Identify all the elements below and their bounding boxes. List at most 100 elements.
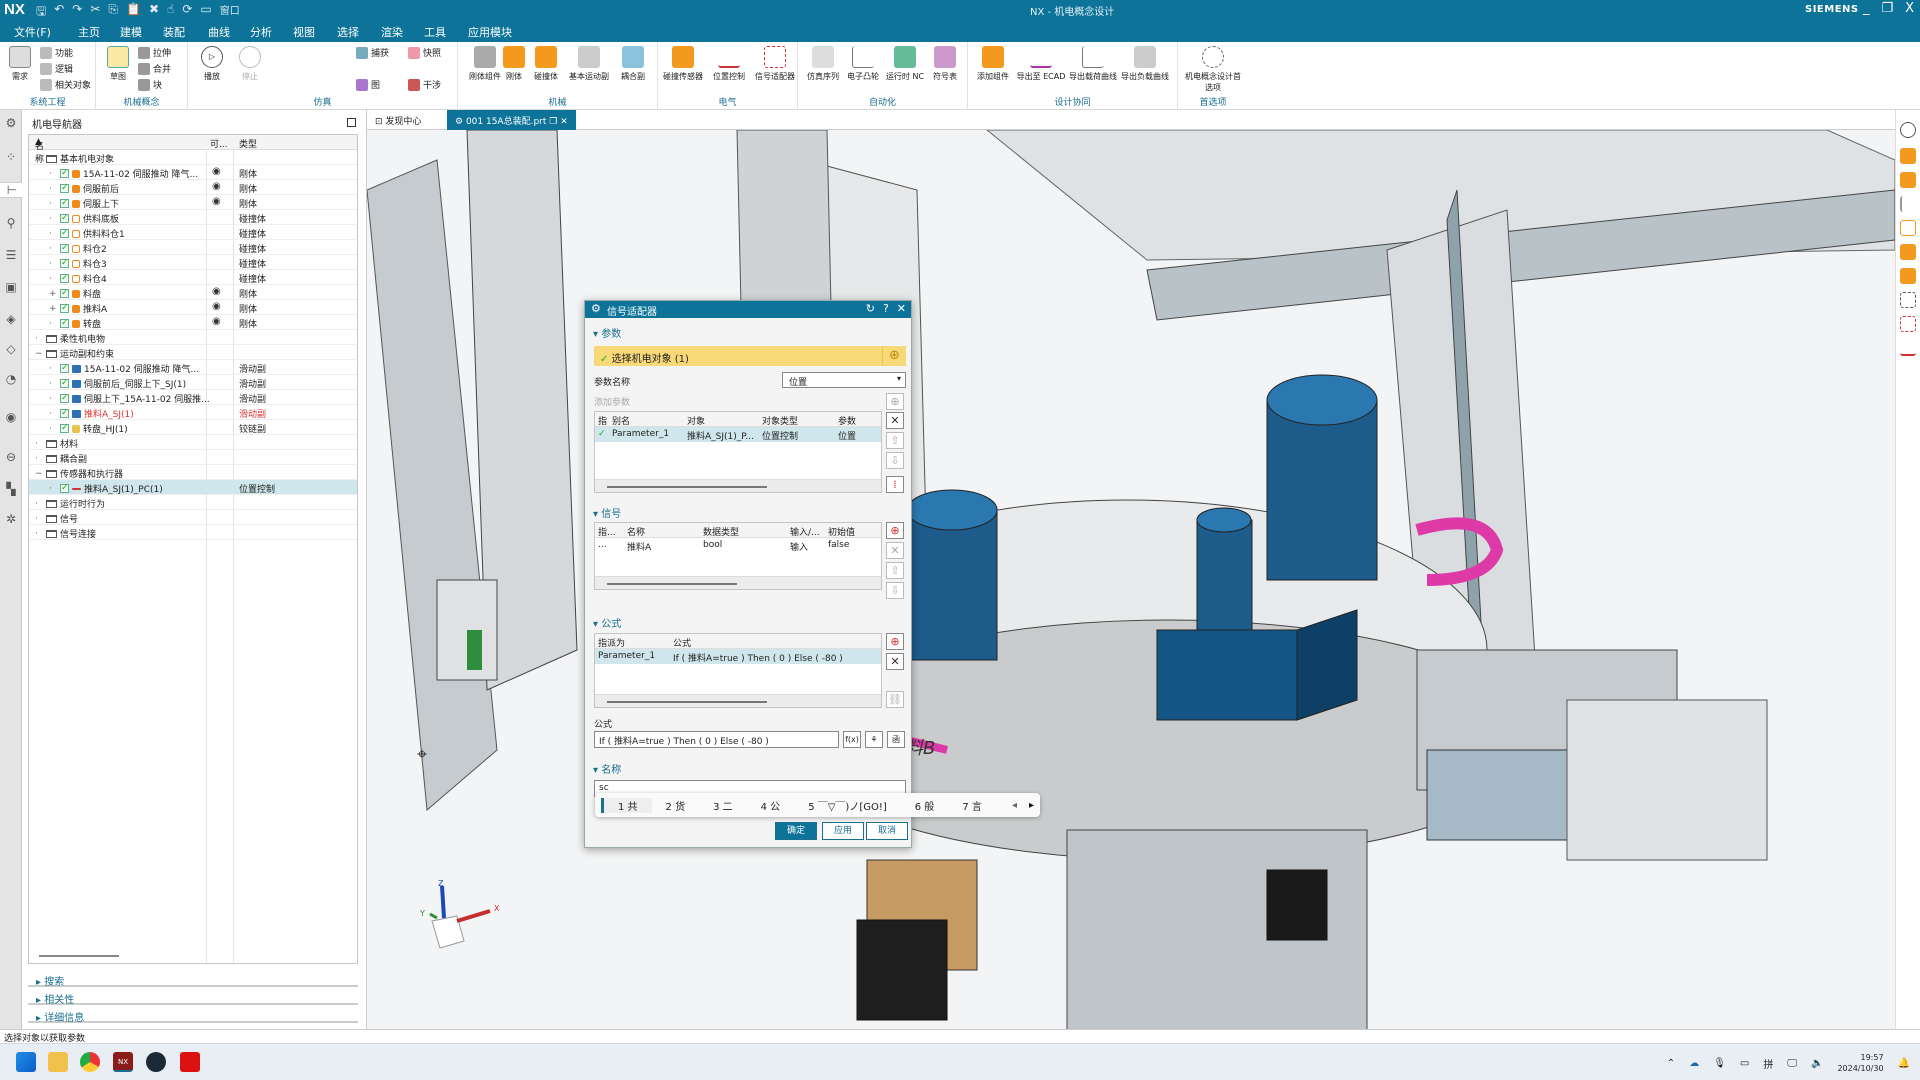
network-icon[interactable]: 🖵 xyxy=(1787,1058,1797,1069)
accordion-dependencies[interactable]: ▸ 相关性 xyxy=(28,988,358,1006)
requirement-button[interactable]: 需求 xyxy=(0,46,40,82)
menu-applications[interactable]: 应用模块 xyxy=(468,24,512,40)
active-checkbox[interactable]: ✓ xyxy=(60,319,69,328)
visibility-eye-icon[interactable]: ◉ xyxy=(212,196,221,207)
function-tree-button[interactable]: ⚘ xyxy=(865,731,883,748)
active-checkbox[interactable]: ✓ xyxy=(60,364,69,373)
joint-icon[interactable] xyxy=(1900,196,1916,212)
param-name-dropdown[interactable]: 位置 ▾ xyxy=(782,372,906,388)
section-signals[interactable]: ▾ 信号 xyxy=(593,505,621,520)
remove-formula-button[interactable]: ✕ xyxy=(886,653,904,670)
chrome-icon[interactable] xyxy=(80,1052,100,1072)
expand-toggle-icon[interactable]: · xyxy=(49,394,57,404)
collision-body-button[interactable]: 碰撞体 xyxy=(528,46,564,82)
tree-row[interactable]: + ✓ 推料A ◉ 刚体 xyxy=(29,300,357,315)
tree-row[interactable]: · ✓ 伺服上下_15A-11-02 伺服推... 滑动副 xyxy=(29,390,357,405)
accordion-details[interactable]: ▸ 详细信息 xyxy=(28,1006,358,1024)
expand-toggle-icon[interactable]: · xyxy=(49,229,57,239)
tree-row[interactable]: · 运行时行为 xyxy=(29,495,357,510)
visibility-eye-icon[interactable]: ◉ xyxy=(212,301,221,312)
active-checkbox[interactable]: ✓ xyxy=(60,184,69,193)
ime-candidate[interactable]: 4 公 xyxy=(747,798,795,813)
tablet-mode-icon[interactable]: ▭ xyxy=(1740,1058,1749,1069)
formula-table-row[interactable]: Parameter_1 If ( 推料A=true ) Then ( 0 ) E… xyxy=(595,649,881,664)
visibility-eye-icon[interactable]: ◉ xyxy=(212,166,221,177)
tree-row[interactable]: · ✓ 供料料仓1 碰撞体 xyxy=(29,225,357,240)
menu-home[interactable]: 主页 xyxy=(78,24,100,44)
expand-toggle-icon[interactable]: · xyxy=(35,454,43,464)
section-name[interactable]: ▾ 名称 xyxy=(593,761,621,776)
visibility-eye-icon[interactable]: ◉ xyxy=(212,181,221,192)
part-navigator-icon[interactable]: ▣ xyxy=(3,280,19,296)
collision-sensor-button[interactable]: 碰撞传感器 xyxy=(658,46,708,82)
amd-software-icon[interactable] xyxy=(180,1052,200,1072)
export-ecad-button[interactable]: 导出至 ECAD xyxy=(1016,46,1066,82)
export-load-button[interactable]: 导出负载曲线 xyxy=(1120,46,1170,82)
ime-candidate[interactable]: 3 二 xyxy=(699,798,747,813)
param-formula-button[interactable]: ⁞ xyxy=(886,476,904,493)
add-formula-button[interactable]: ⊕ xyxy=(886,633,904,650)
select-object-field[interactable]: ✓ 选择机电对象 (1) xyxy=(594,346,882,366)
ime-candidate[interactable]: 7 言 xyxy=(948,798,996,813)
ok-button[interactable]: 确定 xyxy=(775,822,817,840)
reuse-library-icon[interactable]: ◈ xyxy=(3,312,19,328)
move-param-up-button[interactable]: ⇧ xyxy=(886,432,904,449)
windows-start-icon[interactable] xyxy=(16,1052,36,1072)
visibility-eye-icon[interactable]: ◉ xyxy=(212,316,221,327)
expand-toggle-icon[interactable]: · xyxy=(49,364,57,374)
physics-navigator-icon[interactable]: ⚲ xyxy=(3,216,19,232)
formula-table-scrollbar[interactable] xyxy=(607,701,767,703)
tab-discovery-center[interactable]: ⊡ 发现中心 xyxy=(367,110,429,130)
expand-toggle-icon[interactable]: · xyxy=(49,484,57,494)
menu-tools[interactable]: 工具 xyxy=(424,24,446,40)
menu-file[interactable]: 文件(F) xyxy=(14,24,51,40)
active-checkbox[interactable]: ✓ xyxy=(60,394,69,403)
transport-surface-icon[interactable] xyxy=(1900,220,1916,236)
active-checkbox[interactable]: ✓ xyxy=(60,409,69,418)
menu-select[interactable]: 选择 xyxy=(337,24,359,40)
cancel-button[interactable]: 取消 xyxy=(866,822,908,840)
tab-close-icon[interactable]: ✕ xyxy=(560,117,568,127)
sketch-button[interactable]: 草图 xyxy=(98,46,138,82)
dialog-close-icon[interactable]: ✕ xyxy=(897,302,906,315)
snapshot-button[interactable]: 快照 xyxy=(408,46,441,59)
active-checkbox[interactable]: ✓ xyxy=(60,259,69,268)
file-explorer-icon[interactable] xyxy=(48,1052,68,1072)
ime-candidate[interactable]: 1 共 xyxy=(601,797,652,813)
minimize-button[interactable]: _ xyxy=(1863,1,1870,16)
move-signal-down-button[interactable]: ⇩ xyxy=(886,582,904,599)
menu-render[interactable]: 渲染 xyxy=(381,24,403,40)
tree-row[interactable]: · 信号连接 xyxy=(29,525,357,540)
basic-joint-button[interactable]: 基本运动副 xyxy=(564,46,614,82)
function-button[interactable]: 功能 xyxy=(40,46,73,59)
active-checkbox[interactable]: ✓ xyxy=(60,304,69,313)
param-table-scrollbar[interactable] xyxy=(607,486,767,488)
active-checkbox[interactable]: ✓ xyxy=(60,274,69,283)
extrude-button[interactable]: 拉伸 xyxy=(138,46,171,59)
expand-toggle-icon[interactable]: · xyxy=(49,244,57,254)
ime-next-icon[interactable]: ▸ xyxy=(1023,800,1040,811)
tree-row[interactable]: · ✓ 推料A_SJ(1) 滑动副 xyxy=(29,405,357,420)
ime-candidate[interactable]: 6 般 xyxy=(901,798,949,813)
move-object-icon[interactable] xyxy=(1900,148,1916,164)
expand-toggle-icon[interactable]: + xyxy=(49,304,57,314)
signal-adapter-button[interactable]: 信号适配器 xyxy=(750,46,800,82)
ime-prev-icon[interactable]: ◂ xyxy=(1006,800,1023,811)
clock[interactable]: 19:57 2024/10/30 xyxy=(1837,1052,1883,1074)
expand-toggle-icon[interactable]: − xyxy=(35,154,43,164)
tree-row[interactable]: · ✓ 转盘_HJ(1) 铰链副 xyxy=(29,420,357,435)
export-load-curve-button[interactable]: 导出载荷曲线 xyxy=(1068,46,1118,82)
tree-row[interactable]: − 运动副和约束 xyxy=(29,345,357,360)
expand-toggle-icon[interactable]: · xyxy=(49,379,57,389)
active-checkbox[interactable]: ✓ xyxy=(60,289,69,298)
move-signal-up-button[interactable]: ⇧ xyxy=(886,562,904,579)
symbol-table-button[interactable]: 符号表 xyxy=(920,46,970,82)
tree-row[interactable]: · ✓ 推料A_SJ(1)_PC(1) 位置控制 xyxy=(29,480,357,495)
active-checkbox[interactable]: ✓ xyxy=(60,244,69,253)
remove-param-button[interactable]: ✕ xyxy=(886,412,904,429)
active-checkbox[interactable]: ✓ xyxy=(60,169,69,178)
reset-object-icon[interactable] xyxy=(1900,172,1916,188)
color-palette-icon[interactable]: ▚ xyxy=(3,482,19,498)
ime-mode[interactable]: 拼 xyxy=(1763,1056,1773,1071)
expand-toggle-icon[interactable]: · xyxy=(35,334,43,344)
